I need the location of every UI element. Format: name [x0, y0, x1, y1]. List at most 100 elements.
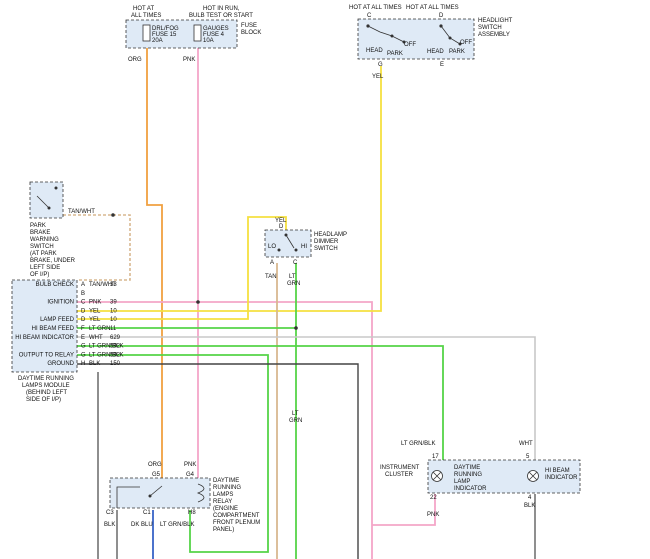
drl-module: BULB CHECK A TAN/WHT33BIGNITION C PNK 39D YEL 1…: [11, 279, 123, 403]
drl-row-pin: E: [81, 335, 85, 341]
drl-row-wire: LT GRN: [89, 326, 110, 332]
drl-row-pin: D: [81, 308, 86, 314]
pb-contact: [54, 186, 58, 190]
drl-row-wire: YEL: [89, 317, 101, 323]
drl-ind-2: RUNNING: [454, 472, 482, 478]
fuse-block-name-1: FUSE: [241, 23, 257, 29]
dim-name-2: DIMMER: [314, 239, 339, 245]
pb-name-3: WARNING: [30, 237, 59, 243]
drl-row-pin: B: [81, 291, 85, 297]
dim-contact: [294, 248, 298, 252]
mid-wire-label-2: GRN: [289, 418, 302, 424]
relay-pin-c1: C1: [143, 510, 151, 516]
drl-ind-4: INDICATOR: [454, 486, 487, 492]
drl-row-circuit: 10: [110, 317, 117, 323]
drl-row-label: BULB CHECK: [36, 282, 74, 288]
drl-row-circuit: 10: [110, 308, 117, 314]
park-brake-switch: TAN/WHT PARK BRAKE WARNING SWITCH (AT PA…: [29, 181, 95, 278]
hl-contact: [448, 36, 452, 40]
fuse-hot-right-2: BULB TEST OR START: [189, 13, 253, 19]
hi-ind-2: INDICATOR: [545, 475, 578, 481]
drl-row-label: HI BEAM FEED: [32, 326, 75, 332]
relay-name-7: FRONT PLENUM: [213, 520, 260, 526]
drl-row-pin: H: [81, 361, 85, 367]
wiring-diagram-svg: HOT AT ALL TIMES HOT IN RUN, BULB TEST O…: [11, 5, 581, 559]
hl-hot-right: HOT AT ALL TIMES: [406, 5, 459, 11]
dim-wire-a: TAN: [265, 274, 277, 280]
instrument-cluster: LT GRN/BLK WHT 17 5 INSTRUMENT CLUSTER D…: [380, 441, 581, 518]
relay-wire-c1: DK BLU: [131, 522, 153, 528]
hl-head-2: HEAD: [427, 49, 444, 55]
drl-row-label: OUTPUT TO RELAY: [19, 352, 74, 358]
fuse1-line3: 20A: [152, 38, 163, 44]
relay-wire-org: ORG: [148, 462, 162, 468]
hl-name-2: SWITCH: [478, 25, 502, 31]
hl-pin-e: E: [440, 62, 444, 68]
relay-wire-c3: BLK: [104, 522, 115, 528]
drl-row-pin: D: [81, 317, 86, 323]
pb-name-2: BRAKE: [30, 230, 50, 236]
relay-wire-h8: LT GRN/BLK: [160, 522, 194, 528]
drl-row-wire: BLK: [89, 361, 100, 367]
drl-row-circuit: 592: [110, 344, 121, 350]
mid-wire-label-1: LT: [292, 411, 299, 417]
hl-contact: [390, 34, 394, 38]
fuse-wire-pnk: PNK: [183, 57, 195, 63]
dim-name-3: SWITCH: [314, 246, 338, 252]
fuse-hot-right-1: HOT IN RUN,: [203, 6, 240, 12]
drl-row-label: LAMP FEED: [40, 317, 75, 323]
hl-off-1: OFF: [404, 42, 416, 48]
cluster-pin-17: 17: [432, 454, 439, 460]
dim-pin-c: C: [293, 260, 298, 266]
drl-row-circuit: 33: [110, 282, 117, 288]
drl-row-circuit: 11: [110, 326, 117, 332]
junction-dot: [294, 326, 298, 330]
cluster-wire-out-2: BLK: [524, 503, 535, 509]
drl-row-pin: A: [81, 282, 85, 288]
drl-name-3: (BEHIND LEFT: [26, 390, 67, 396]
hl-pin-c: C: [367, 13, 372, 19]
relay-pin-c3: C3: [106, 510, 114, 516]
dim-hi: HI: [301, 244, 307, 250]
drl-row-wire: WHT: [89, 335, 103, 341]
drl-row-circuit: 592: [110, 352, 121, 358]
pb-contact: [47, 206, 51, 210]
pb-name-7: LEFT SIDE: [30, 265, 60, 271]
relay-name-2: RUNNING: [213, 485, 241, 491]
cluster-wire-in-2: WHT: [519, 441, 533, 447]
pb-name-4: SWITCH: [30, 244, 54, 250]
cluster-wire-in-1: LT GRN/BLK: [401, 441, 435, 447]
drl-row-pin: G: [81, 352, 86, 358]
relay-contact: [148, 494, 152, 498]
wire-yel-dimmer: [77, 216, 287, 320]
drl-ind-3: LAMP: [454, 479, 470, 485]
relay-pin-g4: G4: [186, 472, 195, 478]
dim-wire-c-2: GRN: [287, 281, 300, 287]
drl-row-wire: YEL: [89, 308, 101, 314]
cluster-wire-out-1: PNK: [427, 512, 439, 518]
drl-name-2: LAMPS MODULE: [22, 383, 70, 389]
pb-wire: TAN/WHT: [68, 209, 95, 215]
hl-pin-d: D: [439, 13, 444, 19]
dim-contact: [277, 248, 281, 252]
dim-pin-a: A: [270, 260, 274, 266]
dim-wire-c-1: LT: [289, 274, 296, 280]
headlight-switch: HOT AT ALL TIMES HOT AT ALL TIMES C D HE…: [349, 5, 513, 80]
pb-name-1: PARK: [30, 223, 46, 229]
cluster-name-1: INSTRUMENT: [380, 465, 420, 471]
drl-row-circuit: 39: [110, 300, 117, 306]
pb-name-6: BRAKE, UNDER: [30, 258, 76, 264]
drl-row-circuit: 629: [110, 335, 121, 341]
drl-name-4: SIDE OF I/P): [26, 397, 61, 403]
drl-row-wire: PNK: [89, 300, 101, 306]
drl-row-label: HI BEAM INDICATOR: [15, 335, 74, 341]
relay-name-1: DAYTIME: [213, 478, 239, 484]
drl-row-label: IGNITION: [47, 300, 74, 306]
hi-ind-1: HI BEAM: [545, 468, 570, 474]
junction-dot: [111, 213, 115, 217]
hl-park-1: PARK: [387, 51, 403, 57]
wire-org: [146, 48, 163, 490]
drl-row-pin: G: [81, 344, 86, 350]
pb-name-5: (AT PARK: [30, 251, 57, 257]
pb-name-8: OF I/P): [30, 272, 49, 278]
